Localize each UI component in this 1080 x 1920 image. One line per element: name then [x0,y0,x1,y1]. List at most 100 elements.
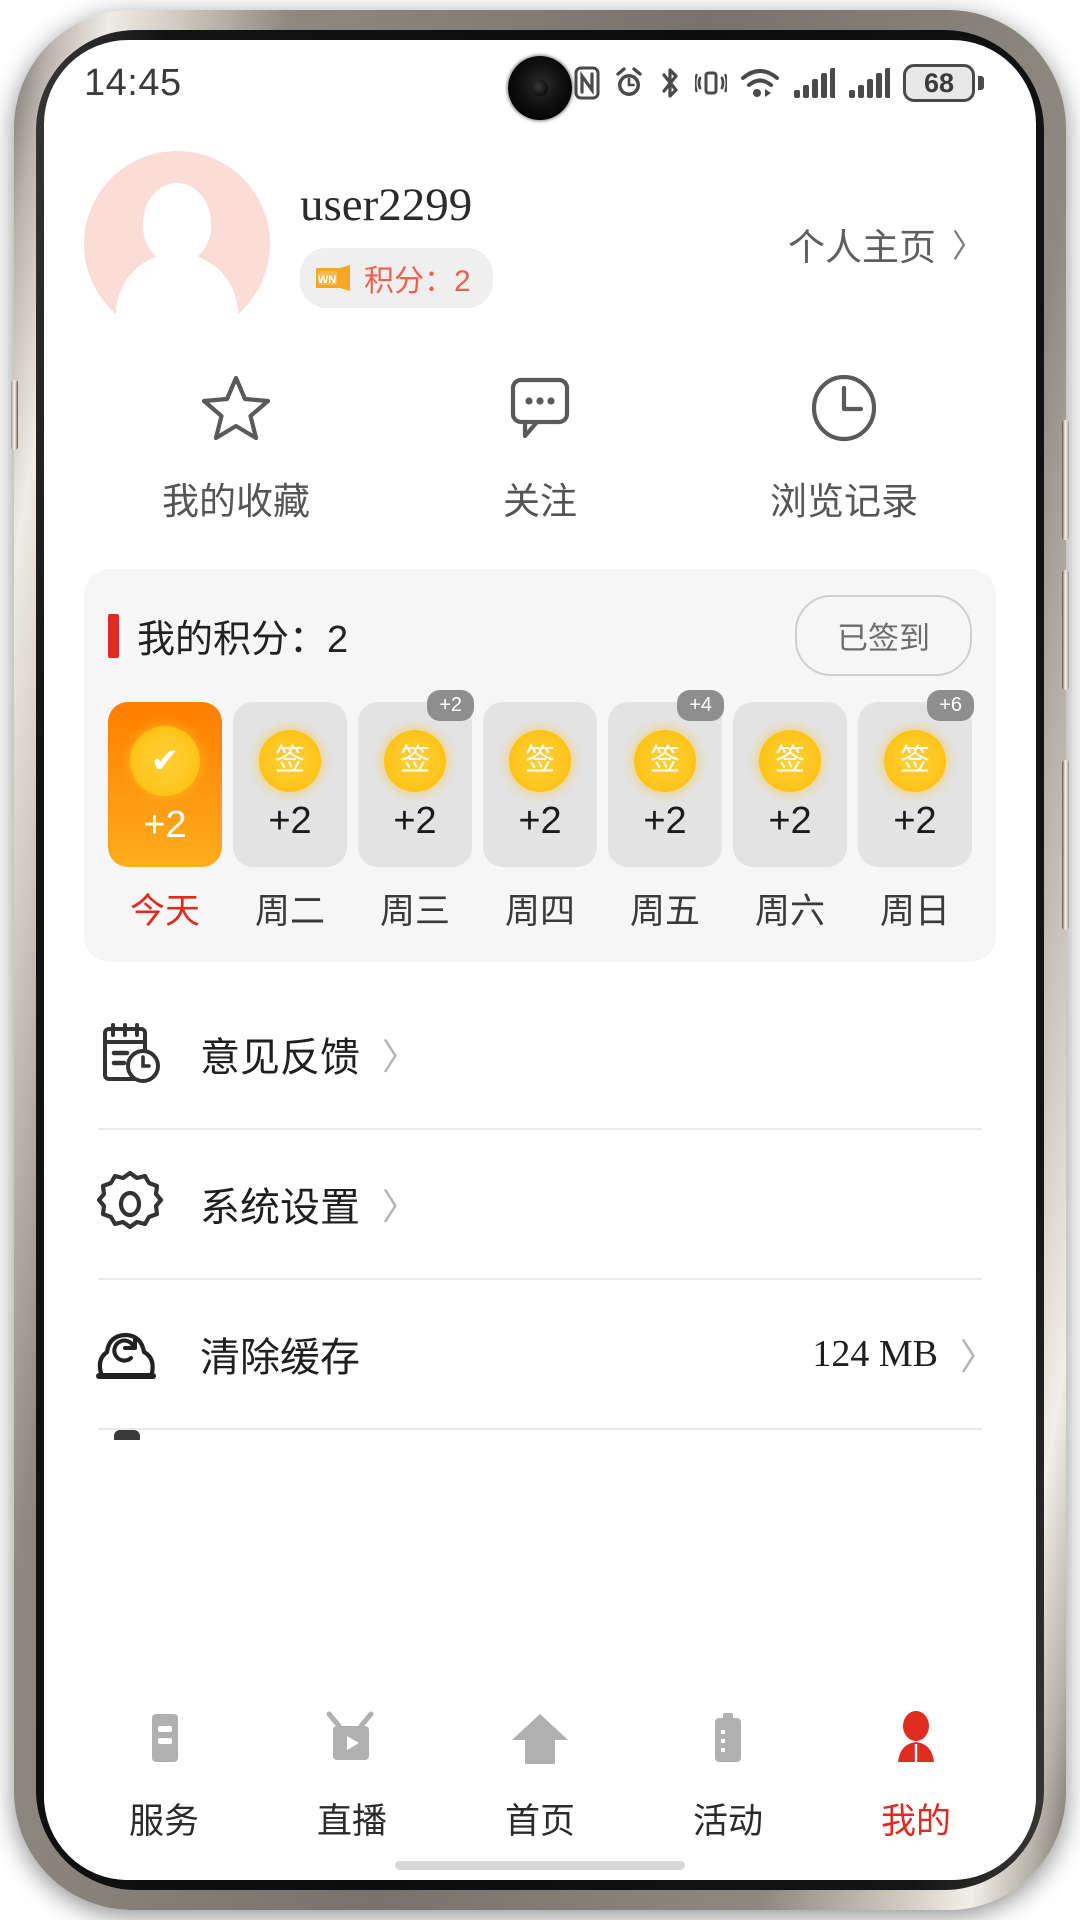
tab-activity[interactable]: 活动 [634,1710,822,1844]
status-bar-clock: 14:45 [84,61,182,104]
quick-action-history[interactable]: 浏览记录 [692,372,996,525]
chevron-right-icon: 〉 [951,228,984,264]
accent-bar [108,613,119,658]
personal-homepage-label: 个人主页 [787,227,936,268]
battery-percent-label: 68 [923,67,955,98]
settings-menu: 意见反馈 〉 系统设置 〉 清除缓存 124 MB 〉 [84,980,996,1464]
volume-down-button[interactable] [1062,570,1069,690]
activity-clipboard-icon [700,1710,756,1775]
menu-item-feedback[interactable]: 意见反馈 〉 [84,980,996,1128]
vibrate-icon [695,66,727,100]
checkin-points-label: +2 [393,799,437,842]
wn-ticket-icon: WN [314,264,354,292]
points-badge[interactable]: WN 积分：2 [300,247,493,308]
bluetooth-icon [658,66,682,100]
quick-action-label: 关注 [503,481,577,522]
checkin-points-label: +2 [768,799,812,842]
signal-1-icon [793,66,835,100]
menu-item-label: 清除缓存 [200,1336,360,1380]
menu-item-label: 系统设置 [200,1186,360,1230]
tab-label: 我的 [880,1802,951,1841]
menu-item-clear-cache[interactable]: 清除缓存 124 MB 〉 [84,1280,996,1428]
coin-sign-icon: 签 [759,729,821,792]
cache-size-value: 124 MB [812,1333,938,1375]
checkin-day-label: 周六 [754,892,825,931]
mute-switch[interactable] [11,380,18,450]
quick-action-label: 浏览记录 [770,481,918,522]
front-camera-punch-hole [508,56,572,120]
tab-label: 直播 [316,1802,387,1841]
gear-icon [84,1167,176,1241]
checkin-bonus-badge: +4 [677,690,724,721]
menu-item-partial-cut-off[interactable] [84,1430,996,1464]
home-icon [508,1710,572,1775]
checkin-tile[interactable]: ✔ +2 [108,702,222,867]
points-badge-label: 积分：2 [364,264,471,298]
service-icon [136,1710,192,1775]
checkin-day[interactable]: 签 +2 周六 [733,702,847,934]
checkin-tile[interactable]: +2 签 +2 [358,690,474,867]
tab-home[interactable]: 首页 [446,1710,634,1844]
battery-icon: 68 [903,64,984,102]
coin-sign-icon: 签 [259,729,321,792]
svg-text:WN: WN [318,274,336,286]
menu-item-settings[interactable]: 系统设置 〉 [84,1130,996,1278]
bottom-navigation: 服务 直播 首页 活动 我的 [44,1692,1036,1880]
checkin-day-label: 周五 [629,892,700,931]
profile-header: user2299 WN 积分：2 个人主页 〉 [44,126,1036,337]
volume-up-button[interactable] [1062,420,1069,540]
checkin-day[interactable]: 签 +2 周二 [233,702,347,934]
signin-button[interactable]: 已签到 [795,595,972,676]
checkin-day-label: 今天 [129,892,200,931]
checkin-bonus-badge: +6 [927,690,974,721]
cloud-refresh-icon [84,1321,176,1387]
checkin-tile[interactable]: +4 签 +2 [608,690,724,867]
quick-action-favorites[interactable]: 我的收藏 [84,372,388,525]
checkin-points-label: +2 [143,803,187,846]
tab-label: 首页 [504,1802,575,1841]
checkin-day-label: 周二 [254,892,325,931]
tab-label: 服务 [128,1802,199,1841]
chevron-right-icon: 〉 [382,1036,419,1077]
star-icon [198,372,274,449]
checkin-day[interactable]: +4 签 +2 周五 [608,690,724,934]
points-card-title: 我的积分：2 [137,619,349,661]
coin-sign-icon: 签 [884,729,946,792]
checkin-day-label: 周四 [504,892,575,931]
checkin-day[interactable]: ✔ +2 今天 [108,702,222,934]
personal-homepage-link[interactable]: 个人主页 〉 [788,217,984,271]
checkin-day[interactable]: +6 签 +2 周日 [858,690,974,934]
checkin-day-label: 周三 [379,892,450,931]
phone-screen: 14:45 68 user2299 WN 积分：2 个人主页 〉 我的收藏 关注… [44,40,1036,1880]
coin-sign-icon: 签 [509,729,571,792]
checkin-points-label: +2 [518,799,562,842]
feedback-clipboard-icon [84,1017,176,1091]
nfc-icon [574,66,600,100]
signal-2-icon [848,66,890,100]
coin-sign-icon: 签 [634,729,696,792]
checkin-points-label: +2 [893,799,937,842]
gesture-home-indicator[interactable] [395,1861,685,1870]
tab-live[interactable]: 直播 [258,1710,446,1844]
quick-actions: 我的收藏 关注 浏览记录 [44,336,1036,535]
checkin-tile[interactable]: +6 签 +2 [858,690,974,867]
status-bar: 14:45 68 [44,40,1036,126]
chevron-right-icon: 〉 [382,1186,419,1227]
avatar[interactable] [84,151,270,337]
checkin-bonus-badge: +2 [427,690,474,721]
quick-action-following[interactable]: 关注 [388,372,692,525]
checkin-day[interactable]: +2 签 +2 周三 [358,690,474,934]
points-card: 我的积分：2 已签到 ✔ +2 今天 签 +2 周二 +2 签 +2 周三 签 … [84,569,996,962]
checkin-day-label: 周日 [879,892,950,931]
power-button[interactable] [1062,760,1069,930]
checkin-day[interactable]: 签 +2 周四 [483,702,597,934]
tab-mine[interactable]: 我的 [822,1710,1010,1844]
quick-action-label: 我的收藏 [162,481,310,522]
checkin-tile[interactable]: 签 +2 [233,702,347,867]
wifi-icon [740,66,780,100]
checkin-tile[interactable]: 签 +2 [483,702,597,867]
checkin-tile[interactable]: 签 +2 [733,702,847,867]
tab-service[interactable]: 服务 [70,1710,258,1844]
tv-icon [321,1710,383,1775]
chat-bubble-icon [505,372,575,449]
